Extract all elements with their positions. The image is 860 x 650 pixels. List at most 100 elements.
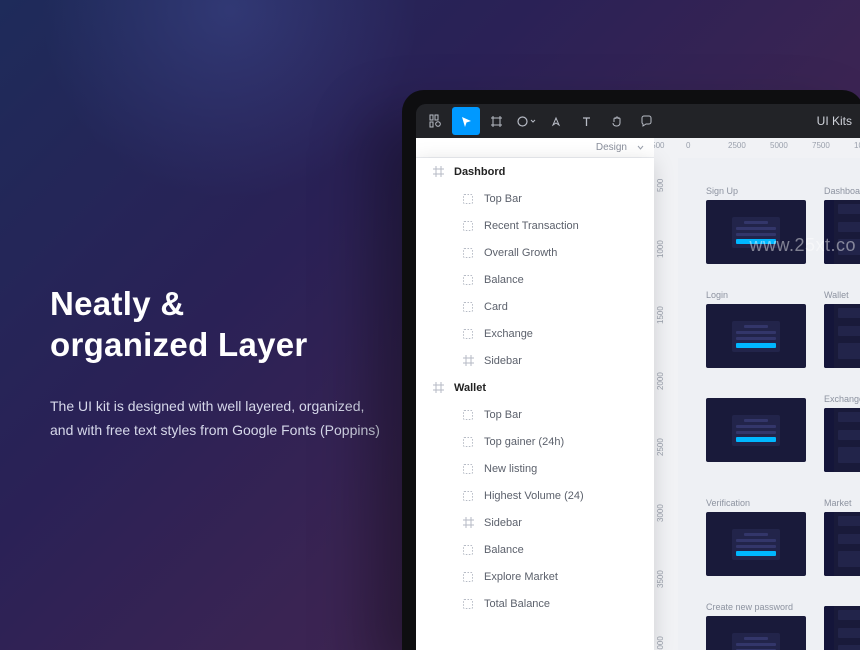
artboard-thumbnail — [824, 304, 860, 368]
hero-title: Neatly & organized Layer — [50, 283, 380, 366]
component-icon — [462, 274, 474, 286]
layer-item[interactable]: Exchange — [416, 320, 654, 347]
layer-item-label: Top Bar — [484, 193, 522, 205]
ruler-tick: 2500 — [728, 141, 746, 150]
layer-item[interactable]: New listing — [416, 455, 654, 482]
layer-item[interactable]: Top gainer (24h) — [416, 428, 654, 455]
artboard[interactable] — [706, 394, 806, 472]
layer-item[interactable]: Card — [416, 293, 654, 320]
hand-tool-icon[interactable] — [602, 107, 630, 135]
artboard-label: Market — [824, 498, 860, 508]
ruler-tick: 1500 — [656, 306, 665, 324]
artboard-thumbnail — [824, 200, 860, 264]
layer-item-label: Sidebar — [484, 517, 522, 529]
layer-item[interactable]: Highest Volume (24) — [416, 482, 654, 509]
artboard-thumbnail — [824, 512, 860, 576]
component-icon — [462, 598, 474, 610]
artboard[interactable] — [824, 602, 860, 650]
layer-group[interactable]: Dashbord — [416, 158, 654, 185]
component-icon — [462, 436, 474, 448]
ruler-tick: 5000 — [770, 141, 788, 150]
layer-item[interactable]: Total Balance — [416, 590, 654, 617]
artboard[interactable]: Exchange — [824, 394, 860, 472]
layer-item-label: Explore Market — [484, 571, 558, 583]
artboard[interactable]: Login — [706, 290, 806, 368]
layer-item-label: Recent Transaction — [484, 220, 579, 232]
artboard[interactable]: Create new password — [706, 602, 806, 650]
artboard-label: Sign Up — [706, 186, 806, 196]
app-toolbar: UI Kits — [416, 104, 860, 138]
ruler-tick: 1000 — [656, 240, 665, 258]
layer-item-label: New listing — [484, 463, 537, 475]
layer-item[interactable]: Sidebar — [416, 509, 654, 536]
component-icon — [462, 463, 474, 475]
artboard[interactable]: Wallet — [824, 290, 860, 368]
layer-item-label: Sidebar — [484, 355, 522, 367]
layer-group[interactable]: Wallet — [416, 374, 654, 401]
artboard[interactable]: Dashboard — [824, 186, 860, 264]
layer-item-label: Exchange — [484, 328, 533, 340]
frame-tool-icon[interactable] — [482, 107, 510, 135]
layer-item[interactable]: Balance — [416, 536, 654, 563]
chevron-down-icon — [637, 144, 644, 151]
layer-item[interactable]: Sidebar — [416, 347, 654, 374]
layer-item-label: Balance — [484, 544, 524, 556]
artboard-thumbnail — [824, 408, 860, 472]
artboard-thumbnail — [824, 606, 860, 650]
artboard-label: Dashboard — [824, 186, 860, 196]
ruler-vertical: 5001000150020002500300035004000 — [654, 158, 678, 650]
ruler-tick: 2000 — [656, 372, 665, 390]
artboard-thumbnail — [706, 616, 806, 650]
artboard-thumbnail — [706, 398, 806, 462]
ruler-tick: 0 — [686, 141, 690, 150]
document-title: UI Kits — [817, 104, 852, 138]
artboard[interactable]: Market — [824, 498, 860, 576]
layer-item-label: Overall Growth — [484, 247, 557, 259]
layer-item[interactable]: Explore Market — [416, 563, 654, 590]
move-tool-icon[interactable] — [452, 107, 480, 135]
canvas-area[interactable]: Sign Up Dashboard Login Wallet Exchange Verif… — [678, 158, 860, 650]
component-icon — [462, 220, 474, 232]
frame-icon — [432, 382, 444, 394]
component-icon — [462, 409, 474, 421]
frame-icon — [432, 166, 444, 178]
shape-tool-icon[interactable] — [512, 107, 540, 135]
layer-item[interactable]: Recent Transaction — [416, 212, 654, 239]
background-glow — [40, 0, 420, 200]
artboards-grid: Sign Up Dashboard Login Wallet Exchange Verif… — [706, 186, 860, 650]
layer-group-label: Wallet — [454, 382, 486, 394]
text-tool-icon[interactable] — [572, 107, 600, 135]
layer-item[interactable]: Overall Growth — [416, 239, 654, 266]
hero-description: The UI kit is designed with well layered… — [50, 394, 380, 443]
layer-item-label: Card — [484, 301, 508, 313]
layer-item[interactable]: Top Bar — [416, 401, 654, 428]
layers-panel: Dashbord Top Bar Recent Transaction Overall… — [416, 158, 654, 650]
component-icon — [462, 247, 474, 259]
component-icon — [462, 544, 474, 556]
layer-item[interactable]: Top Bar — [416, 185, 654, 212]
tab-design[interactable]: Design — [596, 142, 627, 153]
layer-item[interactable]: Balance — [416, 266, 654, 293]
component-icon — [462, 301, 474, 313]
component-icon — [462, 571, 474, 583]
pen-tool-icon[interactable] — [542, 107, 570, 135]
layer-item-label: Total Balance — [484, 598, 550, 610]
top-tabs-bar: Design + — [416, 138, 654, 158]
artboard-label: Login — [706, 290, 806, 300]
artboard-thumbnail — [706, 512, 806, 576]
hero-title-line2: organized Layer — [50, 326, 308, 363]
hero-text-block: Neatly & organized Layer The UI kit is d… — [50, 283, 380, 443]
ruler-tick: 2500 — [656, 438, 665, 456]
layer-item-label: Top Bar — [484, 409, 522, 421]
frame-icon — [462, 355, 474, 367]
artboard[interactable]: Sign Up — [706, 186, 806, 264]
artboard[interactable]: Verification — [706, 498, 806, 576]
artboard-thumbnail — [706, 304, 806, 368]
artboard-thumbnail — [706, 200, 806, 264]
ruler-tick: 3000 — [656, 504, 665, 522]
component-icon — [462, 193, 474, 205]
artboard-label: Create new password — [706, 602, 806, 612]
logo-icon[interactable] — [422, 107, 450, 135]
layer-item-label: Balance — [484, 274, 524, 286]
comment-tool-icon[interactable] — [632, 107, 660, 135]
